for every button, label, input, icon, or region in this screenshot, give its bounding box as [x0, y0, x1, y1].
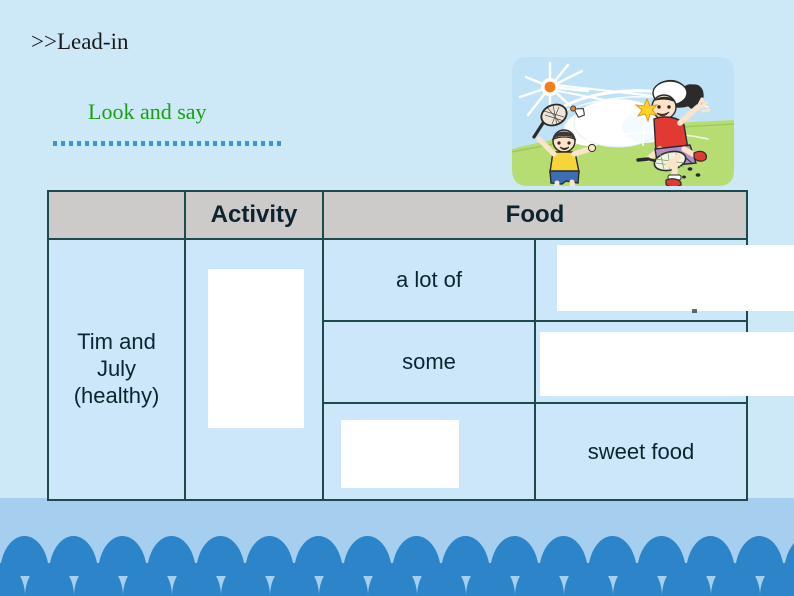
slide-canvas: >>Lead-in Look and say Activity Food Tim…	[0, 0, 794, 596]
arch-shape	[123, 563, 172, 596]
header-activity: Activity	[184, 190, 324, 240]
cell-quantity-answer-3[interactable]	[322, 402, 536, 501]
arch-shape	[417, 563, 466, 596]
cell-quantity-some: some	[322, 320, 536, 404]
arch-shape	[221, 563, 270, 596]
arch-shape	[466, 563, 515, 596]
lead-in-table: Activity Food Tim and July (healthy) a l…	[47, 190, 794, 501]
badminton-illustration	[512, 57, 734, 186]
arch-shape	[515, 563, 564, 596]
arch-shape	[760, 563, 794, 596]
subject-line-1: Tim and	[77, 329, 156, 355]
subject-line-3: (healthy)	[73, 382, 160, 408]
arch-shape	[368, 563, 417, 596]
arch-shape	[564, 563, 613, 596]
subject-line-2: July	[96, 356, 137, 382]
table-row: Tim and July (healthy) a lot of	[47, 238, 794, 501]
dotted-underline	[53, 141, 284, 146]
quantity-blank-box-3	[341, 420, 459, 488]
cell-food-sweet-food: sweet food	[534, 402, 748, 501]
arch-shape	[270, 563, 319, 596]
header-food: Food	[322, 190, 748, 240]
cell-food-answer-1[interactable]	[534, 238, 794, 322]
arch-row-front	[0, 563, 794, 596]
section-marker: >>Lead-in	[31, 29, 129, 54]
activity-prompt: Look and say	[88, 99, 207, 124]
ink-speck	[692, 309, 697, 313]
header-subject	[47, 190, 186, 240]
arch-shape	[613, 563, 662, 596]
food-blank-box-1	[557, 245, 794, 311]
food-blank-box-2	[540, 332, 794, 396]
arch-shape	[711, 563, 760, 596]
arch-shape	[662, 563, 711, 596]
cell-activity-answer[interactable]	[184, 238, 324, 501]
cell-food-answer-2[interactable]	[534, 320, 794, 404]
arch-shape	[74, 563, 123, 596]
arch-shape	[172, 563, 221, 596]
cell-quantity-a-lot-of: a lot of	[322, 238, 536, 322]
arch-shape	[0, 563, 25, 596]
cell-subject-tim-and-july: Tim and July (healthy)	[47, 238, 186, 501]
activity-blank-box	[208, 269, 304, 428]
table-header-row: Activity Food	[47, 190, 748, 240]
arch-shape	[319, 563, 368, 596]
arch-shape	[25, 563, 74, 596]
